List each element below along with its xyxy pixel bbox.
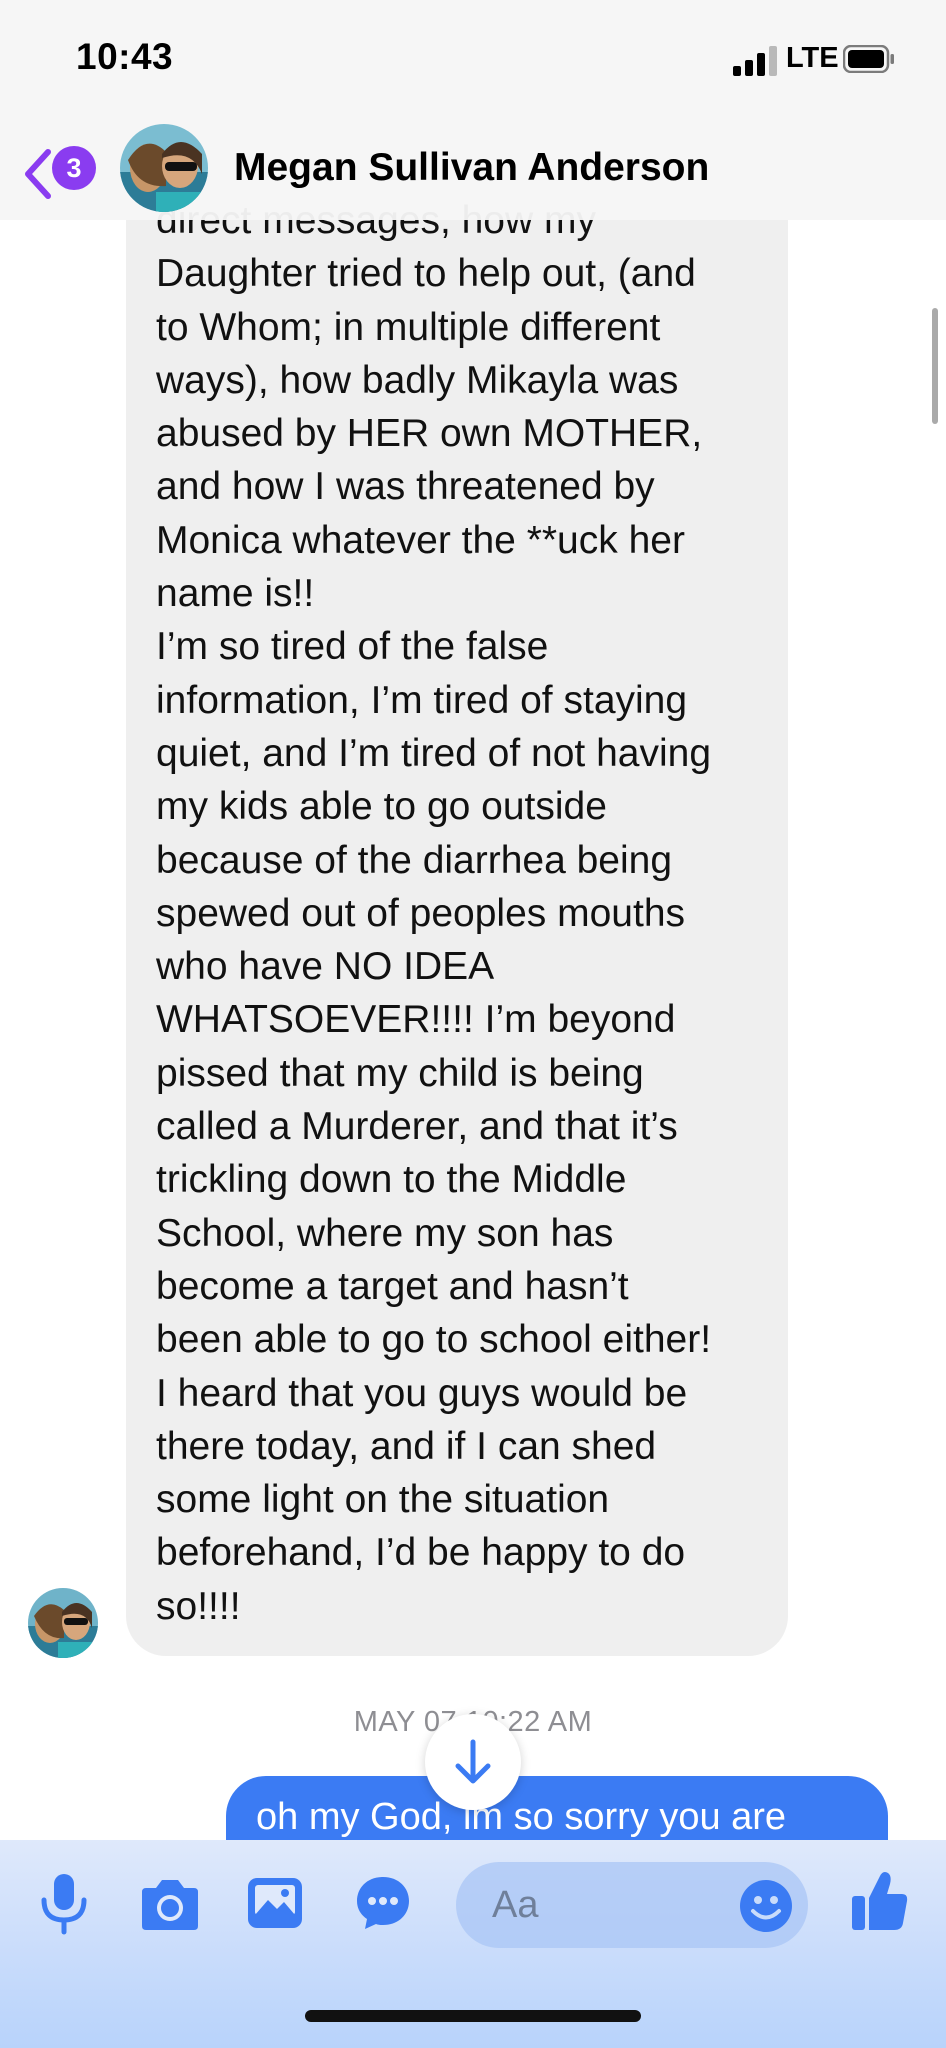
message-composer: Aa xyxy=(0,1840,946,2048)
outgoing-message-text: oh my God, im so sorry you are xyxy=(256,1796,787,1838)
home-indicator[interactable] xyxy=(305,2010,641,2022)
conversation-area[interactable]: direct messages, how my Daughter tried t… xyxy=(0,0,946,1840)
emoji-icon[interactable] xyxy=(738,1878,794,1934)
camera-icon[interactable] xyxy=(138,1878,202,1932)
battery-icon xyxy=(843,45,894,73)
status-time: 10:43 xyxy=(76,36,174,77)
unread-count-badge: 3 xyxy=(52,146,96,190)
signal-strength-icon xyxy=(733,46,777,76)
chat-header: 3 Megan Sullivan Anderson xyxy=(0,120,946,220)
incoming-message-bubble[interactable]: direct messages, how my Daughter tried t… xyxy=(126,160,788,1656)
scroll-to-bottom-button[interactable] xyxy=(425,1714,521,1810)
status-bar: 10:43 LTE xyxy=(0,0,946,120)
thumbs-up-icon[interactable] xyxy=(850,1870,910,1932)
contact-avatar[interactable] xyxy=(120,124,208,212)
network-type: LTE xyxy=(786,42,839,74)
outgoing-message-bubble[interactable]: oh my God, im so sorry you are xyxy=(226,1776,888,1840)
message-input-placeholder: Aa xyxy=(492,1884,539,1926)
microphone-icon[interactable] xyxy=(38,1872,90,1936)
sender-avatar[interactable] xyxy=(28,1588,98,1658)
incoming-message-text: direct messages, how my Daughter tried t… xyxy=(156,199,712,1628)
contact-name[interactable]: Megan Sullivan Anderson xyxy=(234,146,709,190)
scroll-down-arrow-icon xyxy=(455,1739,491,1784)
scrollbar-thumb[interactable] xyxy=(932,308,938,424)
gallery-icon[interactable] xyxy=(246,1876,304,1930)
chat-bubble-icon[interactable] xyxy=(354,1874,412,1932)
message-input[interactable]: Aa xyxy=(456,1862,808,1948)
